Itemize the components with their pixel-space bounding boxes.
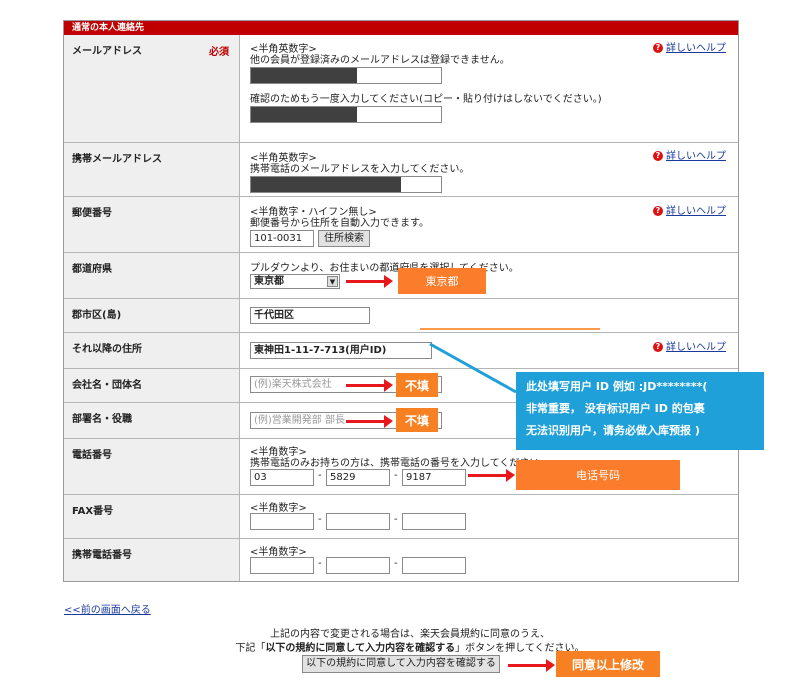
redacted-value xyxy=(251,177,401,192)
arrow-icon xyxy=(346,379,393,392)
email-confirm-input[interactable] xyxy=(250,106,442,123)
mobile-phone-input-2[interactable] xyxy=(326,557,390,574)
mobile-phone-separator: - xyxy=(318,558,322,569)
city-input[interactable]: 千代田区 xyxy=(250,307,370,324)
arrow-icon xyxy=(508,659,555,672)
fax-input-2[interactable] xyxy=(326,513,390,530)
address-search-button[interactable]: 住所検索 xyxy=(318,230,370,247)
annotation-department: 不填 xyxy=(396,408,438,432)
address-input[interactable]: 東神田1-11-7-713(用户ID) xyxy=(250,342,432,359)
question-icon: ? xyxy=(653,342,663,352)
phone-input-area[interactable]: 03 xyxy=(250,469,314,486)
phone-separator: - xyxy=(318,470,322,481)
question-icon: ? xyxy=(653,43,663,53)
fax-separator: - xyxy=(394,514,398,525)
contact-form: 通常の本人連絡先 メールアドレス 必須 <半角英数字> 他の会員が登録済みのメー… xyxy=(63,20,739,582)
mobile-phone-input-3[interactable] xyxy=(402,557,466,574)
arrow-icon xyxy=(468,469,515,482)
row-mobile-email: 携帯メールアドレス <半角英数字> 携帯電話のメールアドレスを入力してください。… xyxy=(64,143,738,197)
mobile-email-hint-2: 携帯電話のメールアドレスを入力してください。 xyxy=(250,164,470,175)
city-label: 郡市区(島) xyxy=(64,299,240,332)
mobile-email-label: 携帯メールアドレス xyxy=(64,143,240,196)
annotation-user-id: 此处填写用户 ID 例如 :JD********( 非常重要， 没有标识用户 I… xyxy=(516,372,764,450)
phone-separator: - xyxy=(394,470,398,481)
fax-input-1[interactable] xyxy=(250,513,314,530)
row-address: それ以降の住所 東神田1-11-7-713(用户ID) ? 詳しいヘルプ xyxy=(64,333,738,369)
postal-hint-2: 郵便番号から住所を自動入力できます。 xyxy=(250,218,429,229)
annotation-agree: 同意以上修改 xyxy=(556,651,660,677)
row-email: メールアドレス 必須 <半角英数字> 他の会員が登録済みのメールアドレスは登録で… xyxy=(64,35,738,143)
phone-input-number[interactable]: 9187 xyxy=(402,469,466,486)
annotation-divider xyxy=(420,328,600,330)
mobile-email-hint-1: <半角英数字> xyxy=(250,153,317,164)
postal-label: 郵便番号 xyxy=(64,197,240,252)
required-badge: 必須 xyxy=(209,47,229,58)
arrow-icon xyxy=(346,275,393,288)
postal-input[interactable]: 101-0031 xyxy=(250,230,314,247)
chevron-down-icon: ▼ xyxy=(327,276,338,287)
phone-input-exchange[interactable]: 5829 xyxy=(326,469,390,486)
question-icon: ? xyxy=(653,151,663,161)
help-link-email[interactable]: ? 詳しいヘルプ xyxy=(653,43,726,54)
email-input[interactable] xyxy=(250,67,442,84)
row-mobile-phone: 携帯電話番号 <半角数字> - - xyxy=(64,539,738,581)
annotation-company: 不填 xyxy=(396,373,438,397)
email-hint-2: 他の会員が登録済みのメールアドレスは登録できません。 xyxy=(250,55,510,66)
help-link-mobile-email[interactable]: ? 詳しいヘルプ xyxy=(653,151,726,162)
mobile-phone-input-1[interactable] xyxy=(250,557,314,574)
mobile-phone-separator: - xyxy=(394,558,398,569)
mobile-phone-label: 携帯電話番号 xyxy=(64,539,240,581)
prefecture-label: 都道府県 xyxy=(64,253,240,298)
email-confirm-hint: 確認のためもう一度入力してください(コピー・貼り付けはしないでください。) xyxy=(250,94,602,105)
phone-label: 電話番号 xyxy=(64,439,240,494)
phone-hint-1: <半角数字> xyxy=(250,447,307,458)
back-link[interactable]: <<前の画面へ戻る xyxy=(64,601,151,616)
fax-separator: - xyxy=(318,514,322,525)
row-fax: FAX番号 <半角数字> - - xyxy=(64,495,738,539)
department-label: 部署名・役職 xyxy=(64,403,240,438)
fax-input-3[interactable] xyxy=(402,513,466,530)
row-city: 郡市区(島) 千代田区 xyxy=(64,299,738,333)
help-link-address[interactable]: ? 詳しいヘルプ xyxy=(653,342,726,353)
agree-confirm-button[interactable]: 以下の規約に同意して入力内容を確認する xyxy=(302,655,500,673)
postal-hint-1: <半角数字・ハイフン無し> xyxy=(250,207,377,218)
redacted-value xyxy=(251,68,357,83)
phone-hint-2: 携帯電話のみお持ちの方は、携帯電話の番号を入力してください。 xyxy=(250,458,550,469)
redacted-value xyxy=(251,107,357,122)
address-label: それ以降の住所 xyxy=(64,333,240,368)
annotation-phone: 电话号码 xyxy=(516,460,680,490)
fax-label: FAX番号 xyxy=(64,495,240,538)
annotation-prefecture: 東京都 xyxy=(398,268,486,294)
prefecture-select[interactable]: 東京都 ▼ xyxy=(250,274,340,289)
help-link-postal[interactable]: ? 詳しいヘルプ xyxy=(653,206,726,217)
company-label: 会社名・団体名 xyxy=(64,369,240,402)
footer-line-1: 上記の内容で変更される場合は、楽天会員規約に同意のうえ、 xyxy=(270,629,550,640)
section-title: 通常の本人連絡先 xyxy=(64,21,738,35)
question-icon: ? xyxy=(653,206,663,216)
arrow-icon xyxy=(346,415,393,428)
row-postal: 郵便番号 <半角数字・ハイフン無し> 郵便番号から住所を自動入力できます。 10… xyxy=(64,197,738,253)
mobile-email-input[interactable] xyxy=(250,176,442,193)
email-hint-1: <半角英数字> xyxy=(250,44,317,55)
